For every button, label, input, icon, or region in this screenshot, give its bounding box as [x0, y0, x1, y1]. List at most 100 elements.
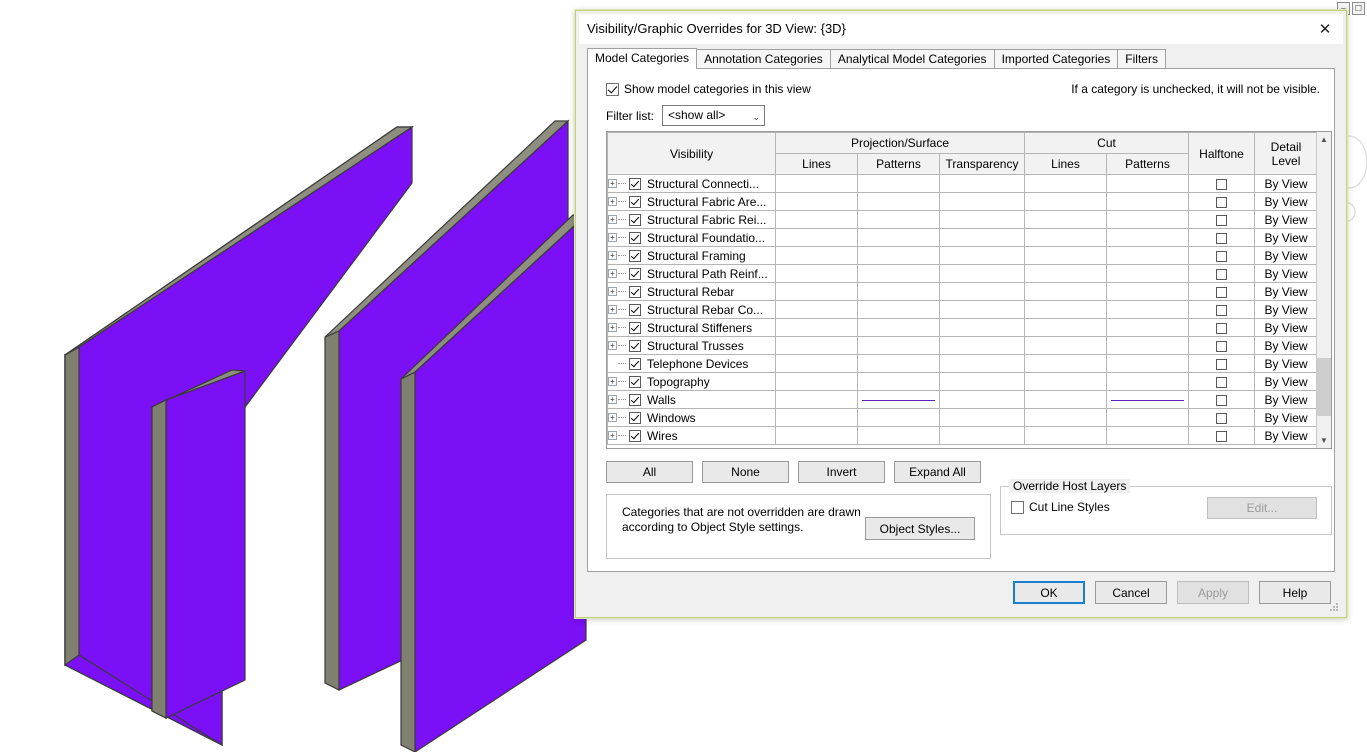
cell-proj-patterns[interactable] [857, 300, 940, 319]
col-projection-surface[interactable]: Projection/Surface [774, 132, 1026, 154]
cell-cut-patterns[interactable] [1106, 228, 1190, 247]
table-row[interactable]: + Structural Stiffeners By View [607, 318, 1319, 337]
visibility-checkbox[interactable] [629, 411, 641, 424]
checkbox-icon[interactable] [1011, 500, 1024, 514]
visibility-checkbox[interactable] [629, 321, 641, 334]
cell-cut-lines[interactable] [1024, 210, 1108, 229]
halftone-checkbox[interactable] [1216, 376, 1228, 388]
cell-detail-level[interactable]: By View [1254, 174, 1319, 193]
category-name-cell[interactable]: + Structural Rebar Co... [607, 300, 776, 319]
cell-halftone[interactable] [1188, 354, 1256, 373]
ok-button[interactable]: OK [1013, 581, 1085, 604]
cell-proj-transparency[interactable] [938, 264, 1026, 283]
cell-cut-patterns[interactable] [1106, 210, 1190, 229]
table-row[interactable]: + Structural Framing By View [607, 246, 1319, 265]
cell-proj-lines[interactable] [775, 192, 858, 211]
col-cut-lines[interactable]: Lines [1024, 153, 1108, 175]
cell-proj-transparency[interactable] [938, 174, 1026, 193]
halftone-checkbox[interactable] [1216, 286, 1228, 298]
table-row[interactable]: + Windows By View [607, 408, 1319, 427]
cell-halftone[interactable] [1188, 408, 1256, 427]
none-button[interactable]: None [702, 461, 789, 483]
cell-proj-transparency[interactable] [938, 390, 1026, 409]
expand-icon[interactable]: + [608, 395, 617, 404]
cell-cut-patterns[interactable] [1106, 372, 1190, 391]
visibility-checkbox[interactable] [629, 429, 641, 442]
expand-icon[interactable]: + [608, 377, 617, 386]
cell-proj-lines[interactable] [775, 372, 858, 391]
category-name-cell[interactable]: + Structural Rebar [607, 282, 776, 301]
visibility-checkbox[interactable] [629, 393, 641, 406]
cell-detail-level[interactable]: By View [1254, 336, 1319, 355]
cell-cut-patterns[interactable] [1106, 354, 1190, 373]
expand-icon[interactable]: + [608, 269, 617, 278]
cell-proj-transparency[interactable] [938, 246, 1026, 265]
halftone-checkbox[interactable] [1216, 430, 1228, 442]
cell-halftone[interactable] [1188, 210, 1256, 229]
cell-cut-patterns[interactable] [1106, 336, 1190, 355]
category-name-cell[interactable]: + Structural Stiffeners [607, 318, 776, 337]
expand-icon[interactable]: + [608, 287, 617, 296]
cell-proj-lines[interactable] [775, 408, 858, 427]
col-detail-level[interactable]: Detail Level [1254, 132, 1319, 175]
halftone-checkbox[interactable] [1216, 178, 1228, 190]
cell-cut-patterns[interactable] [1106, 192, 1190, 211]
table-row[interactable]: + Structural Connecti... By View [607, 174, 1319, 193]
cell-detail-level[interactable]: By View [1254, 354, 1319, 373]
help-button[interactable]: Help [1259, 581, 1331, 604]
cell-proj-transparency[interactable] [938, 192, 1026, 211]
tab-filters[interactable]: Filters [1117, 49, 1166, 69]
cell-halftone[interactable] [1188, 264, 1256, 283]
expand-icon[interactable]: + [608, 431, 617, 440]
category-name-cell[interactable]: + Wires [607, 426, 776, 445]
cell-detail-level[interactable]: By View [1254, 408, 1319, 427]
cell-proj-patterns[interactable] [857, 372, 940, 391]
expand-icon[interactable]: + [608, 323, 617, 332]
cell-proj-lines[interactable] [775, 264, 858, 283]
category-name-cell[interactable]: + Structural Fabric Are... [607, 192, 776, 211]
cell-proj-transparency[interactable] [938, 318, 1026, 337]
cell-cut-patterns[interactable] [1106, 246, 1190, 265]
invert-button[interactable]: Invert [798, 461, 885, 483]
expand-all-button[interactable]: Expand All [894, 461, 981, 483]
restore-icon[interactable]: ☐ [1352, 2, 1365, 15]
visibility-checkbox[interactable] [629, 339, 641, 352]
cell-cut-lines[interactable] [1024, 354, 1108, 373]
halftone-checkbox[interactable] [1216, 232, 1228, 244]
scrollbar-thumb[interactable] [1317, 358, 1331, 416]
category-name-cell[interactable]: + Structural Path Reinf... [607, 264, 776, 283]
halftone-checkbox[interactable] [1216, 214, 1228, 226]
cell-proj-transparency[interactable] [938, 300, 1026, 319]
categories-grid[interactable]: Visibility Projection/Surface Cut Halfto… [606, 131, 1332, 449]
category-name-cell[interactable]: + Topography [607, 372, 776, 391]
category-name-cell[interactable]: + Structural Trusses [607, 336, 776, 355]
col-halftone[interactable]: Halftone [1188, 132, 1256, 175]
halftone-checkbox[interactable] [1216, 394, 1228, 406]
cell-cut-patterns[interactable] [1106, 174, 1190, 193]
cell-cut-lines[interactable] [1024, 390, 1108, 409]
cell-proj-transparency[interactable] [938, 336, 1026, 355]
cell-cut-patterns[interactable] [1106, 264, 1190, 283]
category-name-cell[interactable]: + Structural Foundatio... [607, 228, 776, 247]
cell-proj-transparency[interactable] [938, 372, 1026, 391]
visibility-checkbox[interactable] [629, 357, 641, 370]
show-model-categories-checkbox[interactable]: Show model categories in this view [606, 82, 811, 96]
cell-halftone[interactable] [1188, 372, 1256, 391]
table-row[interactable]: + Structural Foundatio... By View [607, 228, 1319, 247]
cell-proj-patterns[interactable] [857, 318, 940, 337]
cell-proj-transparency[interactable] [938, 210, 1026, 229]
object-styles-button[interactable]: Object Styles... [865, 517, 975, 540]
cell-proj-lines[interactable] [775, 354, 858, 373]
expand-icon[interactable]: + [608, 215, 617, 224]
cell-cut-lines[interactable] [1024, 408, 1108, 427]
cell-detail-level[interactable]: By View [1254, 246, 1319, 265]
cell-proj-lines[interactable] [775, 300, 858, 319]
cell-proj-patterns[interactable] [857, 354, 940, 373]
col-proj-patterns[interactable]: Patterns [857, 153, 940, 175]
category-name-cell[interactable]: + Structural Framing [607, 246, 776, 265]
cell-proj-patterns[interactable] [857, 210, 940, 229]
filter-list-select[interactable]: <show all> ⌄ [662, 105, 765, 126]
cell-proj-patterns[interactable] [857, 408, 940, 427]
cell-cut-lines[interactable] [1024, 372, 1108, 391]
resize-grip-icon[interactable] [1329, 602, 1339, 612]
